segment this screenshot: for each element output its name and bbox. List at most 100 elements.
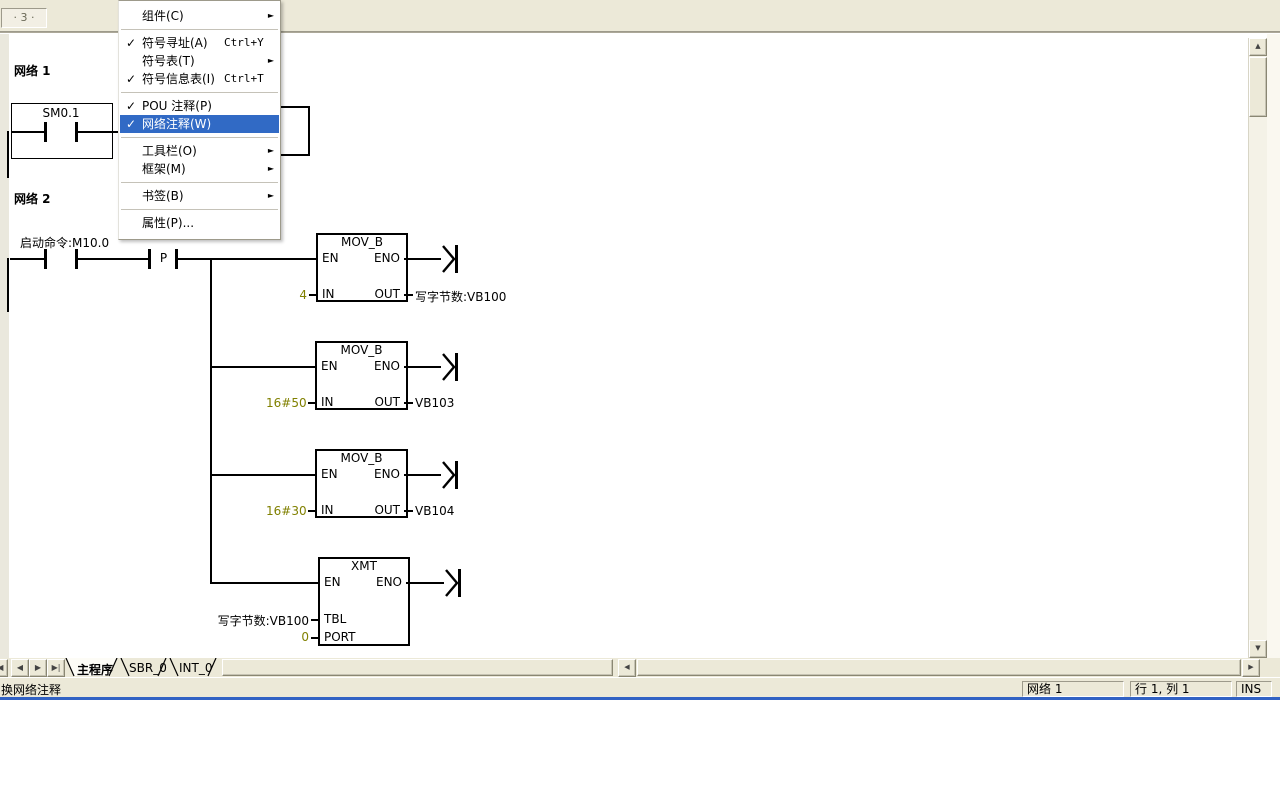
menu-separator bbox=[121, 209, 278, 210]
wire-segment bbox=[10, 258, 44, 260]
hidden-box-bottom-edge bbox=[279, 154, 310, 156]
block-title: MOV_B bbox=[316, 235, 408, 249]
application-window: · 3 · 网络 1 SM0.1 网络 2 启动命令:M10.0 P bbox=[0, 0, 1280, 800]
in-tick bbox=[308, 510, 315, 512]
menu-separator bbox=[121, 182, 278, 183]
left-rail bbox=[7, 258, 9, 312]
contact-operand-m100: 启动命令:M10.0 bbox=[20, 234, 109, 251]
check-icon: ✓ bbox=[126, 97, 140, 115]
pin-en: EN bbox=[321, 359, 338, 373]
pin-out: OUT bbox=[356, 395, 400, 409]
tab-main-program[interactable]: 主程序 bbox=[77, 661, 113, 678]
pin-in: IN bbox=[321, 503, 334, 517]
status-cursor-position: 行 1, 列 1 bbox=[1130, 681, 1232, 697]
out-operand: VB103 bbox=[415, 396, 454, 410]
menu-item-frame[interactable]: 框架(M) ► bbox=[120, 160, 279, 178]
edge-contact-label: P bbox=[152, 251, 175, 265]
hscroll-right-button[interactable]: ▶ bbox=[1242, 659, 1260, 677]
menu-item-label: 书签(B) bbox=[142, 187, 184, 205]
menu-separator bbox=[121, 29, 278, 30]
pin-tbl: TBL bbox=[324, 612, 346, 626]
menu-item-label: 工具栏(O) bbox=[142, 142, 197, 160]
eno-wire bbox=[404, 474, 441, 476]
check-icon: ✓ bbox=[126, 34, 140, 52]
status-message: 换网络注释 bbox=[1, 681, 61, 698]
menu-item-label: 符号寻址(A) bbox=[142, 34, 208, 52]
menu-item-label: 框架(M) bbox=[142, 160, 186, 178]
status-bar: 换网络注释 网络 1 行 1, 列 1 INS bbox=[0, 677, 1280, 698]
rung-open-arrow-icon bbox=[440, 351, 460, 383]
hidden-box-top-edge bbox=[279, 106, 310, 108]
scroll-up-button[interactable]: ▲ bbox=[1249, 38, 1267, 56]
network2-label: 网络 2 bbox=[14, 190, 51, 207]
branch-wire bbox=[210, 582, 318, 584]
port-tick bbox=[311, 637, 318, 639]
menu-item-label: 符号表(T) bbox=[142, 52, 195, 70]
wire-segment bbox=[78, 258, 148, 260]
pin-eno: ENO bbox=[370, 575, 402, 589]
hscroll-left-button[interactable]: ◀ bbox=[618, 659, 636, 677]
eno-wire bbox=[404, 366, 441, 368]
out-operand: 写字节数:VB100 bbox=[415, 288, 506, 305]
wire-segment bbox=[11, 131, 44, 133]
pin-eno: ENO bbox=[368, 359, 400, 373]
port-value: 0 bbox=[291, 630, 309, 644]
view-menu-dropdown: 组件(C) ► ✓ 符号寻址(A) Ctrl+Y 符号表(T) ► ✓ 符号信息… bbox=[118, 0, 281, 240]
out-tick bbox=[404, 510, 413, 512]
menu-item-symbol-addressing[interactable]: ✓ 符号寻址(A) Ctrl+Y bbox=[120, 34, 279, 52]
bottom-bar: |◀ ◀ ▶ ▶| 主程序 SBR_0 INT_0 ◀ ▶ bbox=[0, 658, 1280, 677]
menu-shortcut: Ctrl+T bbox=[224, 70, 264, 88]
zoom-level-box[interactable]: · 3 · bbox=[1, 8, 47, 28]
block-title: MOV_B bbox=[315, 343, 408, 357]
menu-item-network-comments[interactable]: ✓ 网络注释(W) bbox=[120, 115, 279, 133]
menu-item-pou-comments[interactable]: ✓ POU 注释(P) bbox=[120, 97, 279, 115]
pin-in: IN bbox=[321, 395, 334, 409]
pin-eno: ENO bbox=[368, 251, 400, 265]
menu-item-properties[interactable]: 属性(P)... bbox=[120, 214, 279, 232]
hidden-box-right-edge bbox=[308, 106, 310, 156]
in-value: 4 bbox=[280, 288, 307, 302]
tab-int0[interactable]: INT_0 bbox=[179, 661, 212, 675]
pin-in: IN bbox=[322, 287, 335, 301]
eno-wire bbox=[404, 258, 441, 260]
submenu-arrow-icon: ► bbox=[268, 187, 274, 205]
menu-item-components[interactable]: 组件(C) ► bbox=[120, 7, 279, 25]
submenu-arrow-icon: ► bbox=[268, 142, 274, 160]
wire-segment bbox=[78, 131, 118, 133]
menu-shortcut: Ctrl+Y bbox=[224, 34, 264, 52]
scroll-down-button[interactable]: ▼ bbox=[1249, 640, 1267, 658]
menu-item-toolbars[interactable]: 工具栏(O) ► bbox=[120, 142, 279, 160]
out-tick bbox=[404, 402, 413, 404]
contact-operand-sm01: SM0.1 bbox=[11, 106, 111, 120]
pin-out: OUT bbox=[356, 287, 400, 301]
branch-wire bbox=[210, 366, 316, 368]
pin-eno: ENO bbox=[368, 467, 400, 481]
tbl-tick bbox=[311, 619, 318, 621]
status-insert-mode: INS bbox=[1236, 681, 1272, 697]
menu-item-bookmarks[interactable]: 书签(B) ► bbox=[120, 187, 279, 205]
submenu-arrow-icon: ► bbox=[268, 160, 274, 178]
vertical-scrollbar[interactable]: ▲ ▼ bbox=[1248, 38, 1267, 658]
tabstrip-filler-bar bbox=[222, 659, 613, 676]
pin-out: OUT bbox=[356, 503, 400, 517]
submenu-arrow-icon: ► bbox=[268, 7, 274, 25]
tab-sbr0[interactable]: SBR_0 bbox=[129, 661, 167, 675]
block-title: MOV_B bbox=[315, 451, 408, 465]
menu-item-label: POU 注释(P) bbox=[142, 97, 212, 115]
menu-item-label: 组件(C) bbox=[142, 7, 184, 25]
left-rail bbox=[7, 131, 9, 178]
horizontal-scrollbar-thumb[interactable] bbox=[637, 659, 1241, 676]
vertical-scrollbar-thumb[interactable] bbox=[1249, 57, 1267, 117]
contact-bar bbox=[44, 122, 47, 142]
pin-en: EN bbox=[324, 575, 341, 589]
pin-en: EN bbox=[321, 467, 338, 481]
menu-item-label: 网络注释(W) bbox=[142, 115, 211, 133]
block-title: XMT bbox=[318, 559, 410, 573]
menu-item-symbol-info-table[interactable]: ✓ 符号信息表(I) Ctrl+T bbox=[120, 70, 279, 88]
menu-item-symbol-table[interactable]: 符号表(T) ► bbox=[120, 52, 279, 70]
rung-open-arrow-icon bbox=[440, 243, 460, 275]
editor-left-margin bbox=[0, 34, 9, 658]
check-icon: ✓ bbox=[126, 115, 140, 133]
tbl-operand: 写字节数:VB100 bbox=[210, 612, 309, 629]
menu-item-label: 符号信息表(I) bbox=[142, 70, 215, 88]
